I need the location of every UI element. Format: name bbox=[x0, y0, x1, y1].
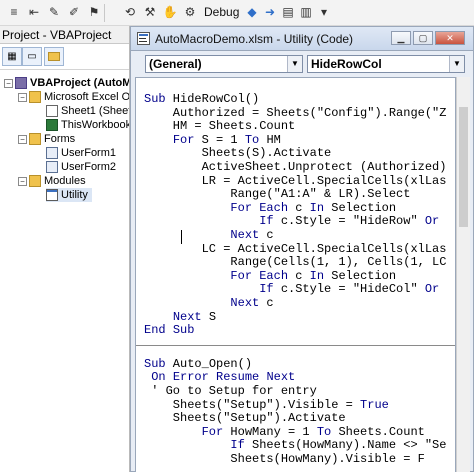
tree-item-modules[interactable]: − Modules bbox=[18, 174, 86, 188]
code-line[interactable]: LC = ActiveCell.SpecialCells(xlLas bbox=[144, 242, 447, 256]
code-line[interactable]: Range("A1:A" & LR).Select bbox=[144, 187, 410, 201]
chevron-down-icon[interactable]: ▼ bbox=[287, 56, 302, 72]
code-line[interactable]: Next c bbox=[144, 228, 273, 242]
code-line[interactable]: For Each c In Selection bbox=[144, 269, 396, 283]
code-line[interactable]: If c.Style = "HideCol" Or bbox=[144, 282, 439, 296]
tree-item-excel-objects[interactable]: − Microsoft Excel Objects bbox=[18, 90, 129, 104]
arrow-right-icon[interactable]: ➜ bbox=[262, 4, 278, 20]
tree-item-userform2[interactable]: UserForm2 bbox=[46, 160, 116, 174]
code-editor[interactable]: Sub HideRowCol() Authorized = Sheets("Co… bbox=[135, 77, 456, 472]
code-line[interactable]: Next S bbox=[144, 310, 216, 324]
toggle-breakpoint-icon[interactable]: ✋ bbox=[162, 4, 178, 20]
code-line[interactable]: Range(Cells(1, 1), Cells(1, LC bbox=[144, 255, 446, 269]
tree-item-forms[interactable]: − Forms bbox=[18, 132, 75, 146]
close-icon: ✕ bbox=[446, 33, 454, 43]
view-object-icon: ▭ bbox=[27, 51, 37, 62]
toolbar: ≡ ⇤ ✎ ✐ ⚑ ⟲ ⚒ ✋ ⚙ Debug ◆ ➜ ▤ ▥ ▾ bbox=[0, 0, 474, 26]
reset-icon[interactable]: ⟲ bbox=[122, 4, 138, 20]
folder-icon bbox=[29, 91, 41, 103]
object-combo-value: (General) bbox=[149, 57, 202, 71]
view-code-icon: ▦ bbox=[7, 51, 17, 62]
properties-icon[interactable]: ▥ bbox=[298, 4, 314, 20]
collapse-icon[interactable]: − bbox=[18, 134, 27, 144]
tree-item-vbaproject[interactable]: − VBAProject (AutoMacroDemo.xlsm) bbox=[4, 76, 129, 90]
workbook-icon bbox=[46, 119, 58, 131]
tree-item-sheet1[interactable]: Sheet1 (Sheet1) bbox=[46, 104, 129, 118]
toolbar-separator bbox=[104, 4, 105, 22]
code-window-icon bbox=[137, 32, 150, 45]
arrow-left-icon[interactable]: ◆ bbox=[244, 4, 260, 20]
procedure-combo[interactable]: HideRowCol ▼ bbox=[307, 55, 465, 73]
code-window-title: AutoMacroDemo.xlsm - Utility (Code) bbox=[155, 32, 354, 46]
comment-icon[interactable]: ✎ bbox=[46, 4, 62, 20]
maximize-icon: ▢ bbox=[418, 33, 428, 43]
folder-icon bbox=[29, 133, 41, 145]
code-line[interactable]: For S = 1 To HM bbox=[144, 133, 281, 147]
userform-icon bbox=[46, 161, 58, 173]
code-line[interactable]: Sub Auto_Open() bbox=[144, 357, 252, 371]
userform-icon bbox=[46, 147, 58, 159]
code-line[interactable]: Authorized = Sheets("Config").Range("Z bbox=[144, 106, 447, 120]
tree-item-thisworkbook[interactable]: ThisWorkbook bbox=[46, 118, 129, 132]
object-combo[interactable]: (General) ▼ bbox=[145, 55, 303, 73]
vba-project-icon bbox=[15, 77, 27, 89]
scroll-thumb[interactable] bbox=[459, 107, 468, 227]
folder-icon bbox=[29, 175, 41, 187]
code-line[interactable]: Sheets(S).Activate bbox=[144, 146, 332, 160]
project-tree: − VBAProject (AutoMacroDemo.xlsm) − Micr… bbox=[0, 70, 129, 450]
outdent-icon[interactable]: ⇤ bbox=[26, 4, 42, 20]
tree-item-utility[interactable]: Utility bbox=[46, 188, 92, 202]
toggle-folders-button[interactable] bbox=[44, 47, 64, 66]
debug-label[interactable]: Debug bbox=[204, 5, 239, 19]
minimize-icon: ▁ bbox=[397, 33, 405, 43]
uncomment-icon[interactable]: ✐ bbox=[66, 4, 82, 20]
code-line[interactable]: ActiveSheet.Unprotect (Authorized) bbox=[144, 160, 447, 174]
procedure-separator bbox=[136, 344, 455, 346]
code-line[interactable]: For HowMany = 1 To Sheets.Count bbox=[144, 425, 425, 439]
code-line[interactable]: Sheets("Setup").Visible = True bbox=[144, 398, 389, 412]
code-line[interactable]: End Sub bbox=[144, 323, 194, 337]
text-cursor bbox=[181, 230, 182, 244]
maximize-button[interactable]: ▢ bbox=[413, 31, 433, 45]
code-line[interactable]: On Error Resume Next bbox=[144, 370, 295, 384]
chevron-down-icon[interactable]: ▼ bbox=[449, 56, 464, 72]
project-explorer-panel: Project - VBAProject ▦ ▭ − VBAProject (A… bbox=[0, 26, 130, 472]
code-line[interactable]: If c.Style = "HideRow" Or bbox=[144, 214, 439, 228]
collapse-icon[interactable]: − bbox=[4, 78, 13, 88]
code-line[interactable]: LR = ActiveCell.SpecialCells(xlLas bbox=[144, 174, 447, 188]
code-line[interactable]: ' Go to Setup for entry bbox=[144, 384, 317, 398]
collapse-icon[interactable]: − bbox=[18, 92, 27, 102]
bookmark-icon[interactable]: ⚑ bbox=[86, 4, 102, 20]
code-line[interactable]: Sheets(HowMany).Visible = F bbox=[144, 452, 424, 466]
collapse-icon[interactable]: − bbox=[18, 176, 27, 186]
indent-icon[interactable]: ≡ bbox=[6, 4, 22, 20]
debug-gear-icon[interactable]: ⚙ bbox=[182, 4, 198, 20]
procedure-combo-value: HideRowCol bbox=[311, 57, 382, 71]
toolbar-overflow-icon[interactable]: ▾ bbox=[316, 4, 332, 20]
tree-item-userform1[interactable]: UserForm1 bbox=[46, 146, 116, 160]
project-panel-toolbar: ▦ ▭ bbox=[0, 44, 129, 70]
code-line[interactable]: HM = Sheets.Count bbox=[144, 119, 295, 133]
code-line[interactable]: Next c bbox=[144, 296, 273, 310]
code-line[interactable]: If Sheets(HowMany).Name <> "Se bbox=[144, 438, 446, 452]
worksheet-icon bbox=[46, 105, 58, 117]
code-line[interactable]: Sub HideRowCol() bbox=[144, 92, 259, 106]
project-panel-title: Project - VBAProject bbox=[0, 26, 129, 44]
minimize-button[interactable]: ▁ bbox=[391, 31, 411, 45]
view-code-button[interactable]: ▦ bbox=[2, 47, 22, 66]
module-icon bbox=[46, 189, 58, 201]
code-window-titlebar[interactable]: AutoMacroDemo.xlsm - Utility (Code) ▁ ▢ … bbox=[131, 27, 473, 51]
code-window: AutoMacroDemo.xlsm - Utility (Code) ▁ ▢ … bbox=[130, 26, 474, 472]
design-mode-icon[interactable]: ⚒ bbox=[142, 4, 158, 20]
code-line[interactable]: Sheets("Setup").Activate bbox=[144, 411, 346, 425]
view-object-button[interactable]: ▭ bbox=[22, 47, 42, 66]
close-button[interactable]: ✕ bbox=[435, 31, 465, 45]
folder-icon bbox=[48, 52, 60, 61]
project-explorer-icon[interactable]: ▤ bbox=[280, 4, 296, 20]
code-vertical-scrollbar[interactable] bbox=[456, 77, 470, 472]
code-line[interactable]: For Each c In Selection bbox=[144, 201, 396, 215]
